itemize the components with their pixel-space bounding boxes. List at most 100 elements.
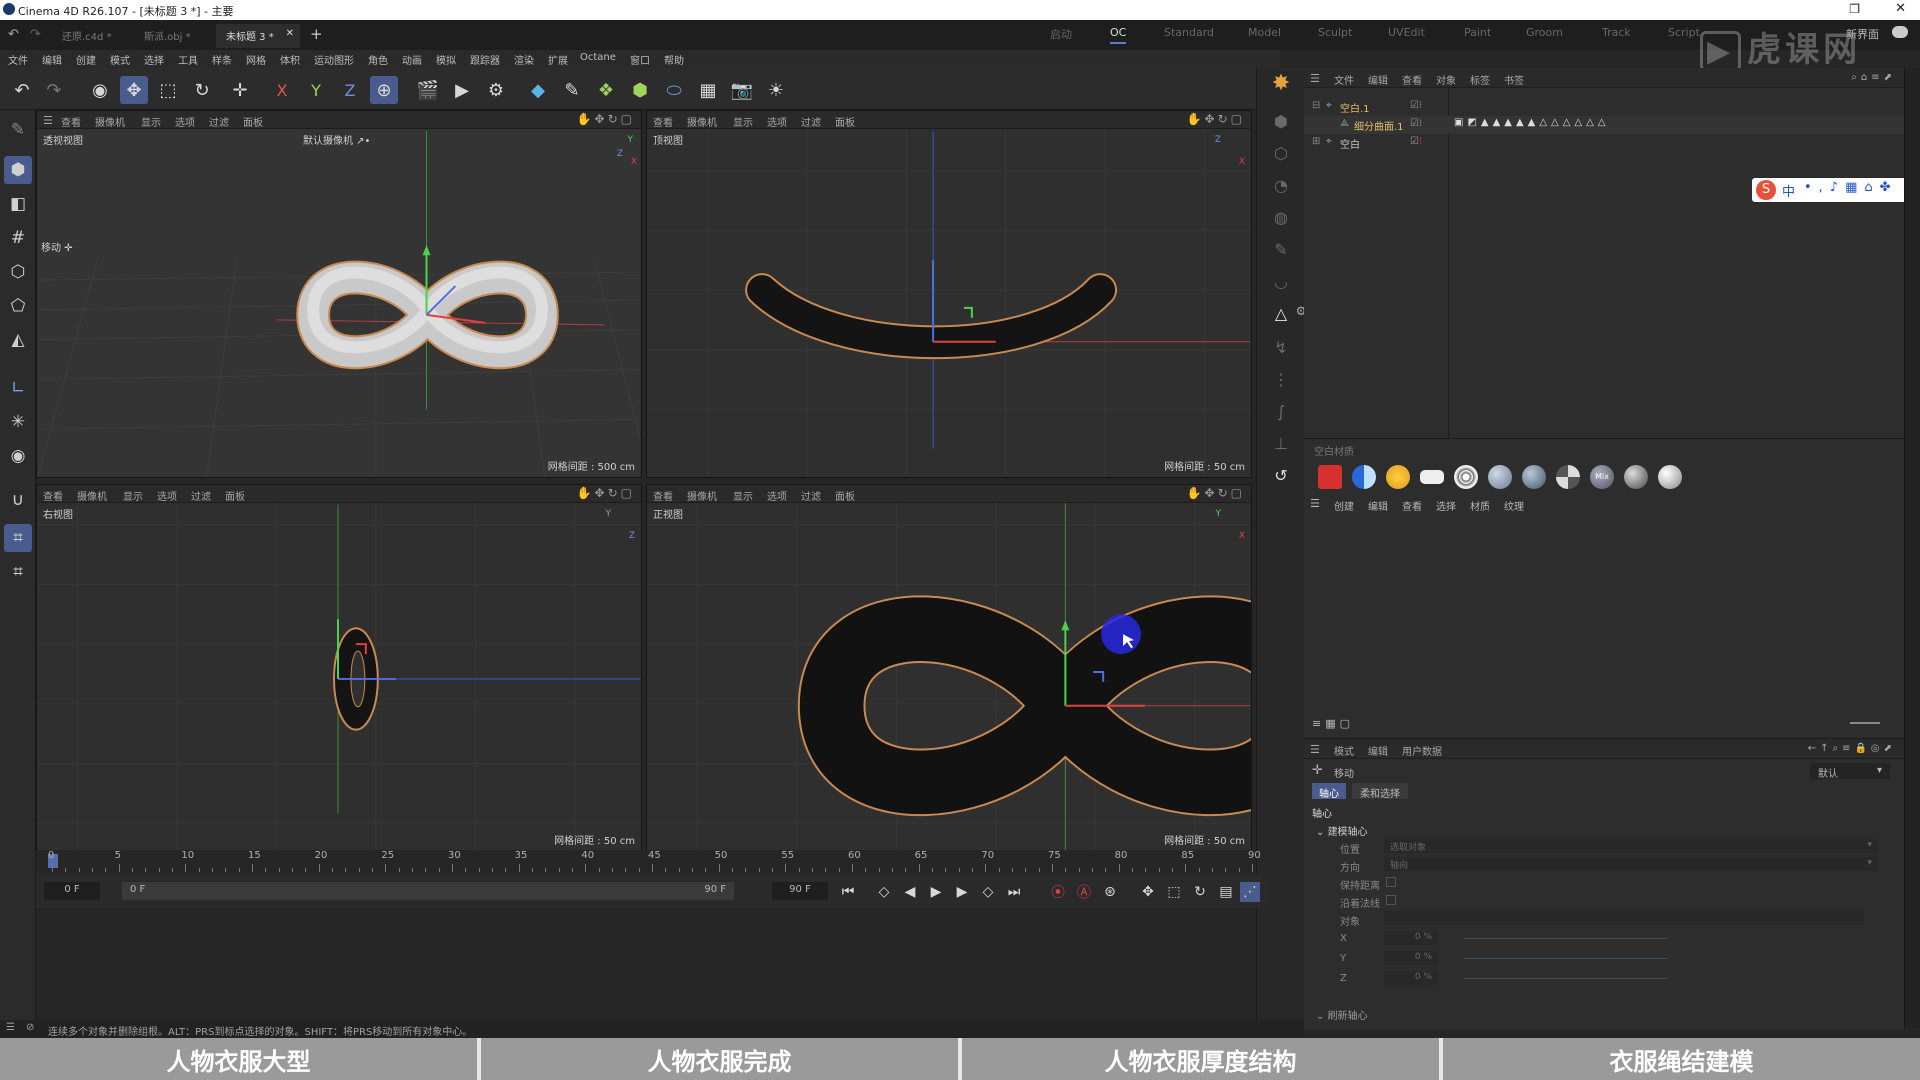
visibility-icon[interactable]: ☑⁝ [1410,136,1422,147]
keyframe-selection-icon[interactable]: ⊛ [1100,882,1120,902]
pin-icon[interactable]: ⊥ [1267,430,1295,456]
key-position-icon[interactable]: ✥ [1138,882,1158,902]
menu-extensions[interactable]: 扩展 [548,52,568,67]
camera-label[interactable]: 默认摄像机 ↗• [303,132,370,147]
attr-menu-userdata[interactable]: 用户数据 [1402,743,1442,758]
magnet-icon[interactable]: ∪ [4,486,32,514]
mat-menu-texture[interactable]: 纹理 [1504,498,1524,513]
sculpt-icon[interactable]: ↯ [1267,334,1295,360]
layout-toggle-icon[interactable] [1892,26,1908,38]
next-frame-icon[interactable]: ▶ [952,882,972,902]
menu-file[interactable]: 文件 [8,52,28,67]
along-normal-checkbox[interactable] [1386,895,1396,905]
vp-menu-camera[interactable]: 摄像机 [77,488,107,503]
keep-distance-checkbox[interactable] [1386,877,1396,887]
om-menu-object[interactable]: 对象 [1436,72,1456,87]
live-select-icon[interactable]: ◉ [86,76,114,104]
vp-menu-view[interactable]: 查看 [653,488,673,503]
floor-icon[interactable]: ▦ [694,76,722,104]
z-axis-lock[interactable]: Z [336,76,364,104]
cloner-icon[interactable]: ⬢ [626,76,654,104]
move-tool-icon[interactable]: ✥ [120,76,148,104]
layout-sculpt[interactable]: Sculpt [1318,26,1352,39]
object-row[interactable]: ⊞ ⌖ 空白 ☑⁝ [1304,134,1904,152]
mat-menu-view[interactable]: 查看 [1402,498,1422,513]
x-percent-field[interactable]: 0 % [1384,931,1438,945]
menu-create[interactable]: 创建 [76,52,96,67]
om-menu-edit[interactable]: 编辑 [1368,72,1388,87]
vp-menu-filter[interactable]: 过滤 [209,114,229,129]
go-to-end-icon[interactable]: ⏭ [1004,882,1024,902]
mat-menu-material[interactable]: 材质 [1470,498,1490,513]
box-icon[interactable]: ⬡ [1267,140,1295,166]
object-row[interactable]: ⟁ 细分曲面.1 ☑⁝ ▣◩▲▲▲▲▲△△△△△△ [1304,116,1904,134]
layout-script[interactable]: Script [1668,26,1700,39]
polygons-mode-icon[interactable]: ◭ [4,326,32,354]
position-dropdown[interactable]: 选取对象 ▾ [1384,839,1878,853]
attr-header-icons[interactable]: ←↑⌕≡🔒◎⬈ [1808,743,1896,754]
tab-document-2[interactable]: 斯派.obj * [134,24,201,48]
viewport-nav-icons[interactable]: ✋✥↻▢ [577,486,635,500]
z-slider[interactable] [1464,978,1668,979]
mix-material-icon[interactable]: Mix [1590,465,1614,489]
globe-icon[interactable]: ◍ [1267,204,1295,230]
menu-mesh[interactable]: 网格 [246,52,266,67]
ime-tool-icons[interactable]: •,♪▦⌂✤ [1804,180,1898,195]
spline-tool-icon[interactable]: ∫ [1267,398,1295,424]
vp-menu-camera[interactable]: 摄像机 [687,114,717,129]
coordinate-system-icon[interactable]: ⊕ [370,76,398,104]
om-menu-file[interactable]: 文件 [1334,72,1354,87]
chapter-4[interactable]: 衣服绳结建模 [1443,1038,1920,1080]
viewport-nav-icons[interactable]: ✋✥↻▢ [577,112,635,126]
tweak-mode-icon[interactable]: ✳ [4,408,32,436]
max-frame-field[interactable]: 90 F [772,882,828,900]
octane-render-icon[interactable] [1318,465,1342,489]
hamburger-icon[interactable]: ☰ [43,114,53,127]
workplane-icon[interactable]: # [4,224,32,252]
orientation-dropdown[interactable]: 轴向 ▾ [1384,857,1878,871]
vp-menu-panel[interactable]: 面板 [835,114,855,129]
camera-icon[interactable]: 📷 [728,76,756,104]
transform-tool-icon[interactable]: ✛ [226,76,254,104]
vp-menu-display[interactable]: 显示 [123,488,143,503]
x-slider[interactable] [1464,938,1668,939]
z-percent-field[interactable]: 0 % [1384,971,1438,985]
vp-menu-options[interactable]: 选项 [767,488,787,503]
om-menu-view[interactable]: 查看 [1402,72,1422,87]
vp-menu-panel[interactable]: 面板 [835,488,855,503]
solo-icon[interactable]: ◉ [4,442,32,470]
vp-menu-options[interactable]: 选项 [767,114,787,129]
menu-octane[interactable]: Octane [580,52,616,63]
tab-document-3[interactable]: 未标题 3 * ✕ [216,24,300,48]
octane-target-icon[interactable] [1454,465,1478,489]
hamburger-icon[interactable]: ☰ [1310,497,1320,510]
viewport-right[interactable]: 查看 摄像机 显示 选项 过滤 面板 ✋✥↻▢ 右视图 Y Z 网格间距 : 5… [36,484,642,852]
y-slider[interactable] [1464,958,1668,959]
menu-character[interactable]: 角色 [368,52,388,67]
go-to-start-icon[interactable]: ⏮ [838,882,858,902]
prev-key-icon[interactable]: ◇ [874,882,894,902]
frame-range-slider[interactable]: 0 F 90 F [122,882,734,900]
layout-oc[interactable]: OC [1110,26,1127,44]
menu-help[interactable]: 帮助 [664,52,684,67]
snap-icon[interactable]: ⌗ [4,524,32,552]
mat-menu-create[interactable]: 创建 [1334,498,1354,513]
rotate-tool-icon[interactable]: ↻ [188,76,216,104]
layout-model[interactable]: Model [1248,26,1281,39]
material-ball-3-icon[interactable] [1556,465,1580,489]
octane-material-icon[interactable] [1352,465,1376,489]
light-icon[interactable]: ☀ [762,76,790,104]
chapter-2[interactable]: 人物衣服完成 [481,1038,962,1080]
material-ball-4-icon[interactable] [1624,465,1648,489]
cube-outline-icon[interactable]: ⬢ [1267,108,1295,134]
menu-animation[interactable]: 动画 [402,52,422,67]
key-param-icon[interactable]: ▤ [1216,882,1236,902]
render-view-icon[interactable]: 🎬 [414,76,442,104]
mat-menu-select[interactable]: 选择 [1436,498,1456,513]
viewport-top[interactable]: 查看 摄像机 显示 选项 过滤 面板 ✋✥↻▢ 顶视图 Z X 网格间距 : 5… [646,110,1252,478]
sphere-icon[interactable]: ◔ [1267,172,1295,198]
vp-menu-options[interactable]: 选项 [175,114,195,129]
material-ball-5-icon[interactable] [1658,465,1682,489]
mat-menu-edit[interactable]: 编辑 [1368,498,1388,513]
vp-menu-filter[interactable]: 过滤 [801,114,821,129]
